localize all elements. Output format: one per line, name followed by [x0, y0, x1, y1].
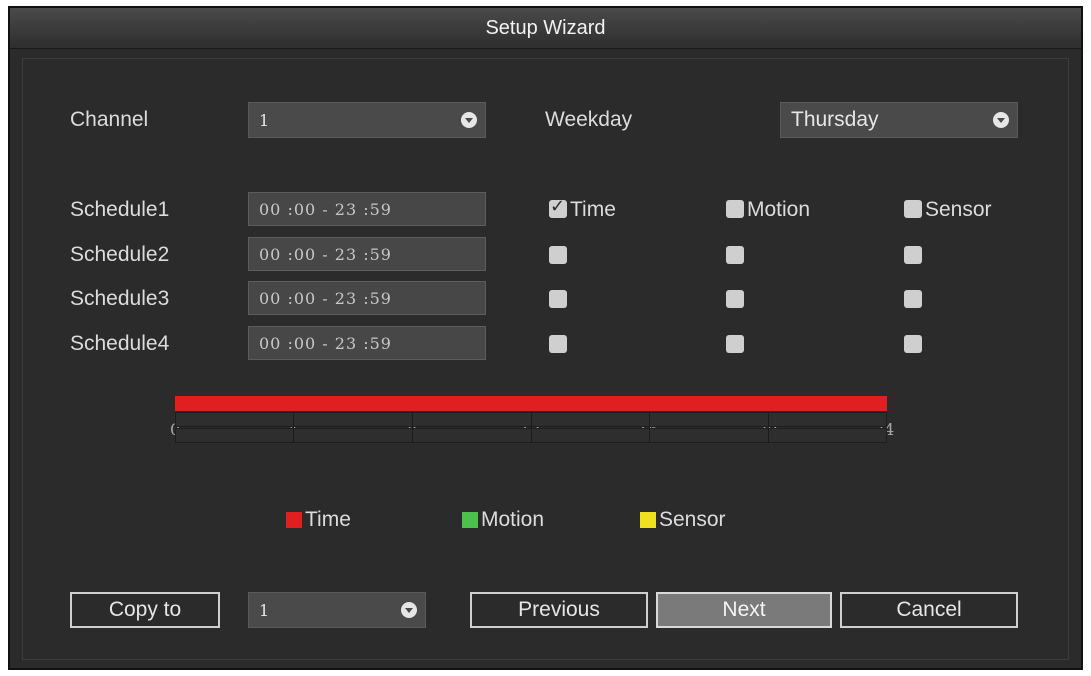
- schedule-time-checkbox[interactable]: [549, 290, 567, 308]
- timeline-divider: [768, 412, 769, 443]
- channel-value: 1: [259, 110, 270, 130]
- motion-legend-swatch: [462, 512, 478, 528]
- timeline-divider: [293, 412, 294, 443]
- sensor-legend-label: Sensor: [659, 508, 726, 531]
- schedule-time-range[interactable]: 00 :00 - 23 :59: [248, 281, 486, 315]
- weekday-label: Weekday: [545, 108, 633, 131]
- timeline-divider: [412, 412, 413, 443]
- schedule-label: Schedule2: [70, 243, 170, 266]
- copy-to-value: 1: [259, 600, 270, 620]
- schedule-sensor-checkbox[interactable]: [904, 335, 922, 353]
- chevron-down-icon: [401, 602, 417, 618]
- time-column-label: Time: [570, 198, 616, 221]
- timeline-divider: [649, 412, 650, 443]
- previous-button[interactable]: Previous: [470, 592, 648, 628]
- channel-select[interactable]: 1: [248, 102, 486, 138]
- schedule-time-range[interactable]: 00 :00 - 23 :59: [248, 237, 486, 271]
- schedule-time-checkbox[interactable]: [549, 335, 567, 353]
- motion-legend-label: Motion: [481, 508, 545, 531]
- schedule-sensor-checkbox[interactable]: [904, 246, 922, 264]
- time-legend-swatch: [286, 512, 302, 528]
- schedule-time-range[interactable]: 00 :00 - 23 :59: [248, 326, 486, 360]
- motion-column-label: Motion: [747, 198, 811, 221]
- copy-to-select[interactable]: 1: [248, 592, 426, 628]
- setup-wizard-window: Setup Wizard Channel 1 Weekday Thursday …: [8, 6, 1083, 670]
- weekday-value: Thursday: [791, 108, 879, 131]
- schedule-motion-checkbox[interactable]: [726, 290, 744, 308]
- schedule-label: Schedule3: [70, 287, 170, 310]
- schedule-motion-checkbox[interactable]: [726, 246, 744, 264]
- copy-to-button[interactable]: Copy to: [70, 592, 220, 628]
- schedule-sensor-checkbox[interactable]: [904, 200, 922, 218]
- schedule-motion-checkbox[interactable]: [726, 200, 744, 218]
- schedule-motion-checkbox[interactable]: [726, 335, 744, 353]
- title-bar: Setup Wizard: [10, 8, 1081, 49]
- schedule-label: Schedule1: [70, 198, 170, 221]
- weekday-select[interactable]: Thursday: [780, 102, 1018, 138]
- channel-label: Channel: [70, 108, 149, 131]
- time-schedule-bar: [175, 396, 887, 411]
- schedule-sensor-checkbox[interactable]: [904, 290, 922, 308]
- schedule-time-checkbox[interactable]: [549, 246, 567, 264]
- timeline-divider: [531, 412, 532, 443]
- cancel-button[interactable]: Cancel: [840, 592, 1018, 628]
- chevron-down-icon: [993, 112, 1009, 128]
- time-legend-label: Time: [305, 508, 351, 531]
- chevron-down-icon: [461, 112, 477, 128]
- schedule-time-checkbox[interactable]: [549, 196, 567, 218]
- sensor-legend-swatch: [640, 512, 656, 528]
- window-title: Setup Wizard: [485, 16, 606, 39]
- wizard-panel: [22, 58, 1069, 660]
- next-button[interactable]: Next: [656, 592, 832, 628]
- schedule-label: Schedule4: [70, 332, 170, 355]
- schedule-time-range[interactable]: 00 :00 - 23 :59: [248, 192, 486, 226]
- schedule-timeline: [175, 396, 887, 446]
- sensor-column-label: Sensor: [925, 198, 992, 221]
